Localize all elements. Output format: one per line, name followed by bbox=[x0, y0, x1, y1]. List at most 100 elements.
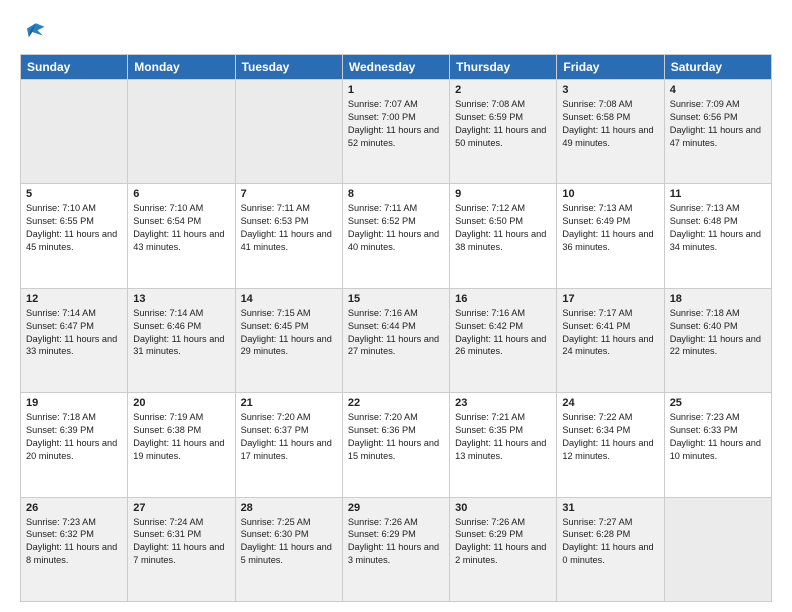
logo-icon bbox=[20, 18, 48, 46]
day-number: 7 bbox=[241, 188, 337, 200]
calendar-cell: 9Sunrise: 7:12 AMSunset: 6:50 PMDaylight… bbox=[450, 184, 557, 288]
cell-content: Sunrise: 7:12 AMSunset: 6:50 PMDaylight:… bbox=[455, 202, 551, 254]
calendar-cell bbox=[128, 80, 235, 184]
calendar-cell: 26 Sunrise: 7:23 AMSunset: 6:32 PMDayligh… bbox=[21, 497, 128, 601]
calendar-cell bbox=[235, 80, 342, 184]
day-number: 18 bbox=[670, 293, 766, 305]
calendar-cell: 29Sunrise: 7:26 AMSunset: 6:29 PMDayligh… bbox=[342, 497, 449, 601]
calendar-cell bbox=[21, 80, 128, 184]
day-number: 14 bbox=[241, 293, 337, 305]
calendar-cell: 10 Sunrise: 7:13 AMSunset: 6:49 PMDayligh… bbox=[557, 184, 664, 288]
calendar-cell: 18 Sunrise: 7:18 AMSunset: 6:40 PMDayligh… bbox=[664, 288, 771, 392]
cell-content: Sunrise: 7:10 AMSunset: 6:55 PMDaylight:… bbox=[26, 202, 122, 254]
cell-content: Sunrise: 7:19 AMSunset: 6:38 PMDaylight:… bbox=[133, 411, 229, 463]
calendar-cell: 14 Sunrise: 7:15 AMSunset: 6:45 PMDayligh… bbox=[235, 288, 342, 392]
cell-content: Sunrise: 7:16 AMSunset: 6:44 PMDaylight:… bbox=[348, 307, 444, 359]
calendar-cell: 21 Sunrise: 7:20 AMSunset: 6:37 PMDayligh… bbox=[235, 393, 342, 497]
calendar-week-row: 5 Sunrise: 7:10 AMSunset: 6:55 PMDaylight… bbox=[21, 184, 772, 288]
day-number: 15 bbox=[348, 293, 444, 305]
cell-content: Sunrise: 7:08 AMSunset: 6:58 PMDaylight:… bbox=[562, 98, 658, 150]
cell-content: Sunrise: 7:25 AMSunset: 6:30 PMDaylight:… bbox=[241, 516, 337, 568]
day-number: 26 bbox=[26, 502, 122, 514]
day-number: 6 bbox=[133, 188, 229, 200]
top-section bbox=[20, 18, 772, 46]
calendar-header-cell: Thursday bbox=[450, 55, 557, 80]
cell-content: Sunrise: 7:07 AMSunset: 7:00 PMDaylight:… bbox=[348, 98, 444, 150]
day-number: 11 bbox=[670, 188, 766, 200]
cell-content: Sunrise: 7:16 AMSunset: 6:42 PMDaylight:… bbox=[455, 307, 551, 359]
cell-content: Sunrise: 7:20 AMSunset: 6:37 PMDaylight:… bbox=[241, 411, 337, 463]
cell-content: Sunrise: 7:17 AMSunset: 6:41 PMDaylight:… bbox=[562, 307, 658, 359]
calendar-cell: 13 Sunrise: 7:14 AMSunset: 6:46 PMDayligh… bbox=[128, 288, 235, 392]
cell-content: Sunrise: 7:14 AMSunset: 6:47 PMDaylight:… bbox=[26, 307, 122, 359]
day-number: 13 bbox=[133, 293, 229, 305]
calendar-cell: 28 Sunrise: 7:25 AMSunset: 6:30 PMDayligh… bbox=[235, 497, 342, 601]
calendar-cell: 4Sunrise: 7:09 AMSunset: 6:56 PMDaylight… bbox=[664, 80, 771, 184]
page: SundayMondayTuesdayWednesdayThursdayFrid… bbox=[0, 0, 792, 612]
cell-content: Sunrise: 7:14 AMSunset: 6:46 PMDaylight:… bbox=[133, 307, 229, 359]
cell-content: Sunrise: 7:23 AMSunset: 6:32 PMDaylight:… bbox=[26, 516, 122, 568]
calendar-cell: 3 Sunrise: 7:08 AMSunset: 6:58 PMDaylight… bbox=[557, 80, 664, 184]
day-number: 16 bbox=[455, 293, 551, 305]
day-number: 17 bbox=[562, 293, 658, 305]
day-number: 5 bbox=[26, 188, 122, 200]
cell-content: Sunrise: 7:24 AMSunset: 6:31 PMDaylight:… bbox=[133, 516, 229, 568]
calendar-cell: 17 Sunrise: 7:17 AMSunset: 6:41 PMDayligh… bbox=[557, 288, 664, 392]
calendar-cell: 23Sunrise: 7:21 AMSunset: 6:35 PMDayligh… bbox=[450, 393, 557, 497]
calendar-cell: 31 Sunrise: 7:27 AMSunset: 6:28 PMDayligh… bbox=[557, 497, 664, 601]
day-number: 20 bbox=[133, 397, 229, 409]
logo bbox=[20, 18, 52, 46]
calendar-cell: 19Sunrise: 7:18 AMSunset: 6:39 PMDayligh… bbox=[21, 393, 128, 497]
calendar-cell: 22 Sunrise: 7:20 AMSunset: 6:36 PMDayligh… bbox=[342, 393, 449, 497]
day-number: 27 bbox=[133, 502, 229, 514]
calendar-cell: 12 Sunrise: 7:14 AMSunset: 6:47 PMDayligh… bbox=[21, 288, 128, 392]
day-number: 3 bbox=[562, 84, 658, 96]
calendar-week-row: 12 Sunrise: 7:14 AMSunset: 6:47 PMDayligh… bbox=[21, 288, 772, 392]
calendar-cell: 24 Sunrise: 7:22 AMSunset: 6:34 PMDayligh… bbox=[557, 393, 664, 497]
calendar-week-row: 26 Sunrise: 7:23 AMSunset: 6:32 PMDayligh… bbox=[21, 497, 772, 601]
calendar-cell: 27 Sunrise: 7:24 AMSunset: 6:31 PMDayligh… bbox=[128, 497, 235, 601]
calendar-cell: 6 Sunrise: 7:10 AMSunset: 6:54 PMDaylight… bbox=[128, 184, 235, 288]
cell-content: Sunrise: 7:20 AMSunset: 6:36 PMDaylight:… bbox=[348, 411, 444, 463]
cell-content: Sunrise: 7:08 AMSunset: 6:59 PMDaylight:… bbox=[455, 98, 551, 150]
calendar-cell: 15 Sunrise: 7:16 AMSunset: 6:44 PMDayligh… bbox=[342, 288, 449, 392]
day-number: 31 bbox=[562, 502, 658, 514]
day-number: 28 bbox=[241, 502, 337, 514]
calendar-cell: 5 Sunrise: 7:10 AMSunset: 6:55 PMDaylight… bbox=[21, 184, 128, 288]
day-number: 8 bbox=[348, 188, 444, 200]
cell-content: Sunrise: 7:27 AMSunset: 6:28 PMDaylight:… bbox=[562, 516, 658, 568]
calendar-week-row: 1 Sunrise: 7:07 AMSunset: 7:00 PMDaylight… bbox=[21, 80, 772, 184]
calendar-header-cell: Saturday bbox=[664, 55, 771, 80]
calendar-cell: 16 Sunrise: 7:16 AMSunset: 6:42 PMDayligh… bbox=[450, 288, 557, 392]
calendar-header-cell: Friday bbox=[557, 55, 664, 80]
calendar-cell: 8 Sunrise: 7:11 AMSunset: 6:52 PMDaylight… bbox=[342, 184, 449, 288]
calendar-header-cell: Tuesday bbox=[235, 55, 342, 80]
cell-content: Sunrise: 7:11 AMSunset: 6:53 PMDaylight:… bbox=[241, 202, 337, 254]
calendar-cell: 2Sunrise: 7:08 AMSunset: 6:59 PMDaylight… bbox=[450, 80, 557, 184]
day-number: 29 bbox=[348, 502, 444, 514]
calendar-cell: 30Sunrise: 7:26 AMSunset: 6:29 PMDayligh… bbox=[450, 497, 557, 601]
cell-content: Sunrise: 7:13 AMSunset: 6:48 PMDaylight:… bbox=[670, 202, 766, 254]
day-number: 1 bbox=[348, 84, 444, 96]
cell-content: Sunrise: 7:22 AMSunset: 6:34 PMDaylight:… bbox=[562, 411, 658, 463]
calendar-header-cell: Wednesday bbox=[342, 55, 449, 80]
day-number: 12 bbox=[26, 293, 122, 305]
day-number: 10 bbox=[562, 188, 658, 200]
calendar-body: 1 Sunrise: 7:07 AMSunset: 7:00 PMDaylight… bbox=[21, 80, 772, 602]
day-number: 30 bbox=[455, 502, 551, 514]
cell-content: Sunrise: 7:11 AMSunset: 6:52 PMDaylight:… bbox=[348, 202, 444, 254]
cell-content: Sunrise: 7:13 AMSunset: 6:49 PMDaylight:… bbox=[562, 202, 658, 254]
cell-content: Sunrise: 7:10 AMSunset: 6:54 PMDaylight:… bbox=[133, 202, 229, 254]
calendar-cell: 25Sunrise: 7:23 AMSunset: 6:33 PMDayligh… bbox=[664, 393, 771, 497]
calendar-cell: 7 Sunrise: 7:11 AMSunset: 6:53 PMDaylight… bbox=[235, 184, 342, 288]
cell-content: Sunrise: 7:18 AMSunset: 6:40 PMDaylight:… bbox=[670, 307, 766, 359]
cell-content: Sunrise: 7:15 AMSunset: 6:45 PMDaylight:… bbox=[241, 307, 337, 359]
calendar-cell: 20 Sunrise: 7:19 AMSunset: 6:38 PMDayligh… bbox=[128, 393, 235, 497]
day-number: 22 bbox=[348, 397, 444, 409]
day-number: 21 bbox=[241, 397, 337, 409]
day-number: 24 bbox=[562, 397, 658, 409]
calendar-header-row: SundayMondayTuesdayWednesdayThursdayFrid… bbox=[21, 55, 772, 80]
day-number: 19 bbox=[26, 397, 122, 409]
calendar-cell: 11 Sunrise: 7:13 AMSunset: 6:48 PMDayligh… bbox=[664, 184, 771, 288]
cell-content: Sunrise: 7:09 AMSunset: 6:56 PMDaylight:… bbox=[670, 98, 766, 150]
